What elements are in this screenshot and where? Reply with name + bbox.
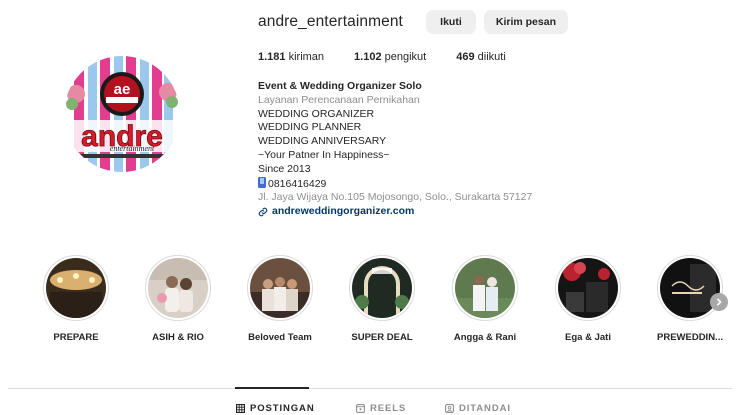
highlight-cover	[558, 258, 618, 318]
bio-line: Since 2013	[258, 162, 311, 175]
posts-count: 1.181 kiriman	[258, 51, 324, 63]
stat-value: 1.181	[258, 51, 286, 63]
tab-label: REELS	[370, 403, 407, 414]
highlight-cover	[46, 258, 106, 318]
highlight-cover	[455, 258, 515, 318]
grid-icon	[236, 404, 245, 413]
highlight-item[interactable]: SUPER DEAL	[337, 255, 427, 343]
tab-reels[interactable]: REELS	[356, 403, 406, 414]
highlight-label: PREWEDDIN...	[657, 332, 723, 343]
highlight-cover-image	[455, 258, 515, 318]
highlight-ring	[349, 255, 415, 321]
andre-entertainment-logo: ae andre entertainment	[64, 56, 180, 172]
profile-bio: Event & Wedding Organizer Solo Layanan P…	[258, 80, 532, 219]
tab-posts[interactable]: POSTINGAN	[236, 403, 315, 414]
highlight-item[interactable]: Beloved Team	[235, 255, 325, 343]
highlight-label: Beloved Team	[248, 332, 312, 343]
username: andre_entertainment	[258, 12, 403, 30]
highlight-label: ASIH & RIO	[152, 332, 204, 343]
bio-link-text[interactable]: andreweddingorganizer.com	[272, 205, 414, 219]
highlight-item[interactable]: PREPARE	[31, 255, 121, 343]
tab-label: DITANDAI	[459, 403, 511, 414]
send-message-button[interactable]: Kirim pesan	[483, 9, 568, 34]
highlight-cover-image	[46, 258, 106, 318]
following-count[interactable]: 469 diikuti	[456, 51, 506, 63]
tab-tagged[interactable]: DITANDAI	[445, 403, 511, 414]
highlight-ring	[43, 255, 109, 321]
bio-line: WEDDING ORGANIZER	[258, 107, 375, 120]
logo-sub-text: entertainment	[110, 144, 155, 153]
chevron-right-icon	[716, 298, 722, 306]
highlight-ring	[247, 255, 313, 321]
reels-icon	[356, 404, 365, 413]
tab-label: POSTINGAN	[250, 403, 315, 414]
bio-line: WEDDING ANNIVERSARY	[258, 135, 387, 148]
highlight-label: PREPARE	[53, 332, 99, 343]
highlight-cover	[250, 258, 310, 318]
bio-phone-number: 0816416429	[268, 177, 327, 190]
highlight-ring	[555, 255, 621, 321]
highlight-item[interactable]: Ega & Jati	[543, 255, 633, 343]
tabs-divider	[8, 388, 732, 389]
profile-stats: 1.181 kiriman 1.102 pengikut 469 diikuti	[258, 51, 536, 63]
highlight-ring	[657, 255, 723, 321]
highlight-cover-image	[250, 258, 310, 318]
profile-top-row: andre_entertainment Ikuti Kirim pesan	[258, 9, 730, 34]
active-tab-indicator	[235, 387, 309, 389]
highlight-ring	[145, 255, 211, 321]
stat-value: 1.102	[354, 51, 382, 63]
highlight-item[interactable]: ASIH & RIO	[133, 255, 223, 343]
stat-label: kiriman	[288, 51, 325, 63]
bio-phone: 0816416429	[258, 176, 532, 192]
highlight-label: Angga & Rani	[453, 332, 517, 343]
highlight-label: Ega & Jati	[565, 332, 611, 343]
logo-mark-text: ae	[114, 81, 131, 98]
tagged-icon	[445, 404, 454, 413]
follow-button[interactable]: Ikuti	[425, 9, 476, 34]
story-highlights: PREPARE ASIH & RIO Beloved Team SUPER DE…	[0, 255, 740, 350]
bio-line: ~Your Patner In Happiness~	[258, 148, 390, 161]
link-icon	[258, 207, 268, 217]
highlight-cover	[660, 258, 720, 318]
stat-label: diikuti	[477, 51, 506, 63]
highlight-cover	[352, 258, 412, 318]
followers-count[interactable]: 1.102 pengikut	[354, 51, 426, 63]
highlight-cover	[148, 258, 208, 318]
highlight-item[interactable]: Angga & Rani	[440, 255, 530, 343]
bio-category[interactable]: Layanan Perencanaan Pernikahan	[258, 94, 532, 108]
stat-label: pengikut	[384, 51, 427, 63]
bio-website-link[interactable]: andreweddingorganizer.com	[258, 205, 532, 219]
highlights-next-button[interactable]	[710, 293, 728, 311]
bio-name: Event & Wedding Organizer Solo	[258, 80, 422, 92]
bio-address[interactable]: Jl. Jaya Wijaya No.105 Mojosongo, Solo.,…	[258, 191, 532, 205]
highlight-ring	[452, 255, 518, 321]
profile-header: andre_entertainment Ikuti Kirim pesan	[258, 9, 730, 34]
highlight-cover-image	[352, 258, 412, 318]
highlight-cover-image	[148, 258, 208, 318]
profile-avatar[interactable]: ae andre entertainment	[64, 56, 180, 172]
highlight-label: SUPER DEAL	[351, 332, 413, 343]
phone-icon	[258, 176, 266, 188]
highlight-cover-image	[558, 258, 618, 318]
bio-line: WEDDING PLANNER	[258, 121, 362, 134]
highlight-cover-image	[660, 258, 720, 318]
stat-value: 469	[456, 51, 475, 63]
